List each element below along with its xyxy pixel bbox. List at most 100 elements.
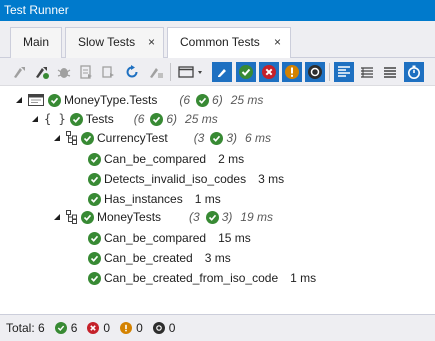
rerun-icon[interactable]	[122, 62, 142, 82]
ignored-icon	[152, 322, 165, 334]
passed-check-icon	[88, 251, 101, 265]
namespace-icon: { }	[44, 112, 66, 126]
close-icon[interactable]: ×	[148, 28, 155, 56]
test-duration: 3 ms	[258, 172, 285, 186]
debug-all-icon[interactable]	[32, 62, 52, 82]
tree-node-namespace[interactable]: { } Tests (6 6) 25 ms	[30, 109, 218, 129]
test-duration: 15 ms	[218, 231, 251, 245]
tree-node-test[interactable]: Can_be_compared 2 ms	[88, 149, 244, 169]
close-icon[interactable]: ×	[274, 28, 281, 56]
inconclusive-icon	[120, 322, 133, 334]
passed-check-icon	[88, 271, 101, 285]
tree-node-test[interactable]: Can_be_compared 15 ms	[88, 228, 251, 248]
stop-icon[interactable]	[98, 62, 118, 82]
ignored-count: 0	[168, 321, 176, 335]
layout-dropdown-icon[interactable]	[176, 62, 206, 82]
toolbar-separator	[329, 63, 330, 81]
export-icon[interactable]	[76, 62, 96, 82]
node-passed-count: 6)	[212, 93, 223, 107]
passed-icon	[54, 322, 67, 334]
filter-ignored-icon[interactable]	[305, 62, 325, 82]
group-compact-icon[interactable]	[357, 62, 377, 82]
timer-icon[interactable]	[404, 62, 424, 82]
node-passed-count: 3)	[221, 210, 233, 224]
clear-icon[interactable]	[146, 62, 166, 82]
tab-common-tests[interactable]: Common Tests ×	[167, 27, 291, 59]
filter-passed-icon[interactable]	[236, 62, 256, 82]
status-bar: Total: 6 6 0 0 0	[0, 314, 435, 341]
failed-icon	[87, 322, 100, 334]
filter-inconclusive-icon[interactable]	[282, 62, 302, 82]
node-label: Tests	[85, 112, 114, 126]
test-name: Can_be_created_from_iso_code	[104, 271, 279, 285]
passed-check-icon	[81, 131, 94, 145]
node-label: CurrencyTest	[97, 131, 168, 145]
cover-icon[interactable]	[54, 62, 74, 82]
toolbar-separator	[170, 63, 171, 81]
collapse-triangle-icon[interactable]	[52, 133, 62, 143]
test-name: Can_be_created	[104, 251, 193, 265]
tree-node-test[interactable]: Can_be_created_from_iso_code 1 ms	[88, 268, 316, 288]
collapse-triangle-icon[interactable]	[30, 114, 40, 124]
node-label: MoneyTests	[97, 210, 162, 224]
passed-check-icon	[210, 131, 224, 145]
tab-slow-tests[interactable]: Slow Tests ×	[65, 27, 164, 58]
tab-main-label: Main	[23, 35, 50, 49]
passed-count: 6	[70, 321, 78, 335]
passed-check-icon	[88, 172, 101, 186]
passed-check-icon	[69, 112, 83, 126]
class-hierarchy-icon	[66, 210, 78, 224]
inconclusive-count: 0	[136, 321, 143, 335]
passed-check-icon	[81, 210, 94, 224]
test-tree: MoneyType.Tests (6 6) 25 ms { } Tests (6…	[0, 86, 435, 314]
run-all-icon[interactable]	[10, 62, 30, 82]
passed-check-icon	[88, 192, 101, 206]
node-total-count: (3	[193, 131, 205, 145]
node-duration: 6 ms	[245, 131, 272, 145]
tree-node-fixture[interactable]: CurrencyTest (3 3) 6 ms	[52, 128, 271, 148]
edit-icon[interactable]	[212, 62, 232, 82]
tab-main[interactable]: Main	[10, 27, 62, 58]
test-duration: 1 ms	[194, 192, 221, 206]
passed-check-icon	[88, 231, 101, 245]
total-count: Total: 6	[6, 321, 45, 335]
test-name: Can_be_compared	[104, 152, 207, 166]
passed-check-icon	[88, 152, 101, 166]
tab-common-tests-label: Common Tests	[180, 35, 260, 49]
test-name: Can_be_compared	[104, 231, 207, 245]
node-duration: 25 ms	[185, 112, 218, 126]
collapse-triangle-icon[interactable]	[52, 212, 62, 222]
node-duration: 19 ms	[240, 210, 274, 224]
passed-check-icon	[196, 93, 210, 107]
tree-node-test[interactable]: Can_be_created 3 ms	[88, 248, 231, 268]
test-duration: 2 ms	[218, 152, 245, 166]
node-passed-count: 6)	[166, 112, 178, 126]
test-duration: 1 ms	[290, 271, 317, 285]
tree-node-fixture[interactable]: MoneyTests (3 3) 19 ms	[52, 207, 273, 227]
tree-node-test[interactable]: Has_instances 1 ms	[88, 189, 221, 209]
test-duration: 3 ms	[204, 251, 231, 265]
tree-node-root[interactable]: MoneyType.Tests (6 6) 25 ms	[14, 90, 263, 110]
window-title-bar: Test Runner	[0, 0, 435, 21]
passed-check-icon	[48, 93, 61, 107]
node-duration: 25 ms	[230, 93, 264, 107]
collapse-triangle-icon[interactable]	[14, 95, 24, 105]
group-lines-icon[interactable]	[334, 62, 354, 82]
window-title: Test Runner	[4, 3, 69, 17]
test-name: Has_instances	[104, 192, 183, 206]
tab-strip: Main Slow Tests × Common Tests ×	[0, 21, 435, 59]
test-name: Detects_invalid_iso_codes	[104, 172, 247, 186]
toolbar	[0, 58, 435, 86]
node-total-count: (6	[179, 93, 191, 107]
group-flat-icon[interactable]	[380, 62, 400, 82]
node-label: MoneyType.Tests	[64, 93, 158, 107]
passed-check-icon	[150, 112, 164, 126]
filter-failed-icon[interactable]	[259, 62, 279, 82]
class-hierarchy-icon	[66, 131, 78, 145]
passed-check-icon	[205, 210, 219, 224]
tree-node-test[interactable]: Detects_invalid_iso_codes 3 ms	[88, 169, 284, 189]
node-total-count: (3	[189, 210, 200, 224]
failed-count: 0	[103, 321, 111, 335]
tab-slow-tests-label: Slow Tests	[78, 35, 136, 49]
assembly-icon	[28, 94, 44, 106]
